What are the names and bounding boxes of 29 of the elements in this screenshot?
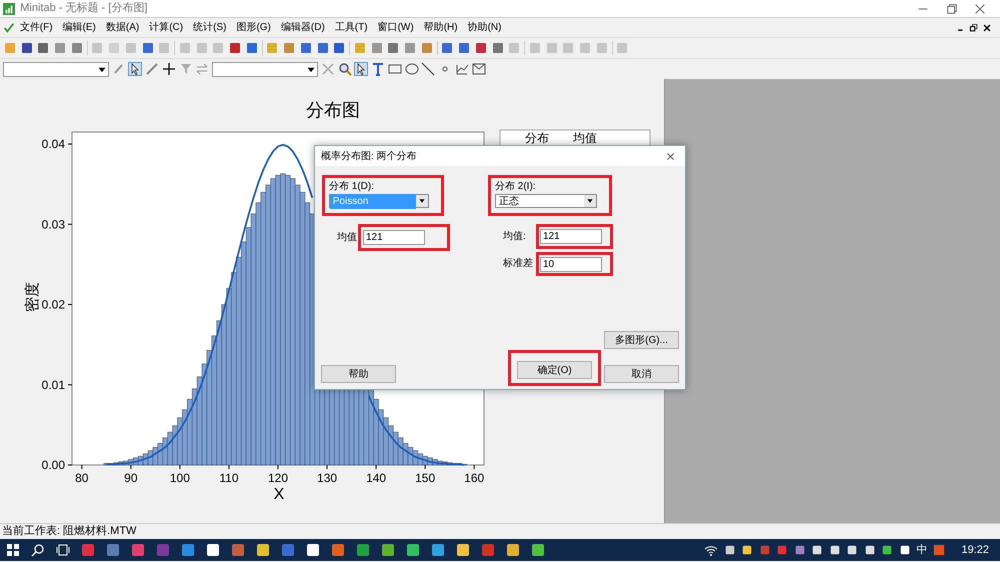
axis-tick-label: 90 [124, 471, 138, 485]
legend-header: 分布 [525, 131, 549, 145]
axis-tick-label: 160 [464, 471, 484, 485]
axis-tick-label: 0.03 [42, 217, 65, 232]
field-label: 分布 1(D): [329, 180, 375, 194]
dropdown-value: 正态 [498, 194, 520, 208]
axis-tick-label: 0.00 [42, 458, 65, 472]
dialog-title: 概率分布图: 两个分布 [321, 150, 417, 164]
axis-tick-label: 0.01 [42, 378, 65, 392]
axis-title: X [274, 486, 284, 503]
axis-tick-label: 130 [317, 471, 338, 485]
axis-title: 密度 [24, 282, 41, 312]
axis-tick-label: 80 [75, 471, 88, 485]
axis-tick-label: 110 [219, 471, 239, 485]
axis-tick-label: 120 [268, 471, 288, 485]
field-label: 均值: [503, 230, 527, 244]
field-label: 分布 2(I): [495, 180, 537, 194]
axis-tick-label: 0.02 [42, 298, 65, 312]
chart-title: 分布图 [306, 100, 360, 120]
dropdown-value: Poisson [330, 194, 416, 208]
axis-tick-label: 140 [366, 471, 386, 485]
axis-tick-label: 100 [170, 471, 190, 485]
axis-tick-label: 150 [415, 471, 436, 485]
field-label: 标准差 [503, 256, 534, 272]
field-label: 均值 [337, 230, 357, 245]
window-title: Minitab - 无标题 - [分布图] [20, 1, 148, 16]
legend-header: 均值 [573, 131, 597, 145]
status-text: 当前工作表: 阻燃材料.MTW [2, 524, 136, 540]
axis-tick-label: 0.04 [42, 137, 65, 152]
